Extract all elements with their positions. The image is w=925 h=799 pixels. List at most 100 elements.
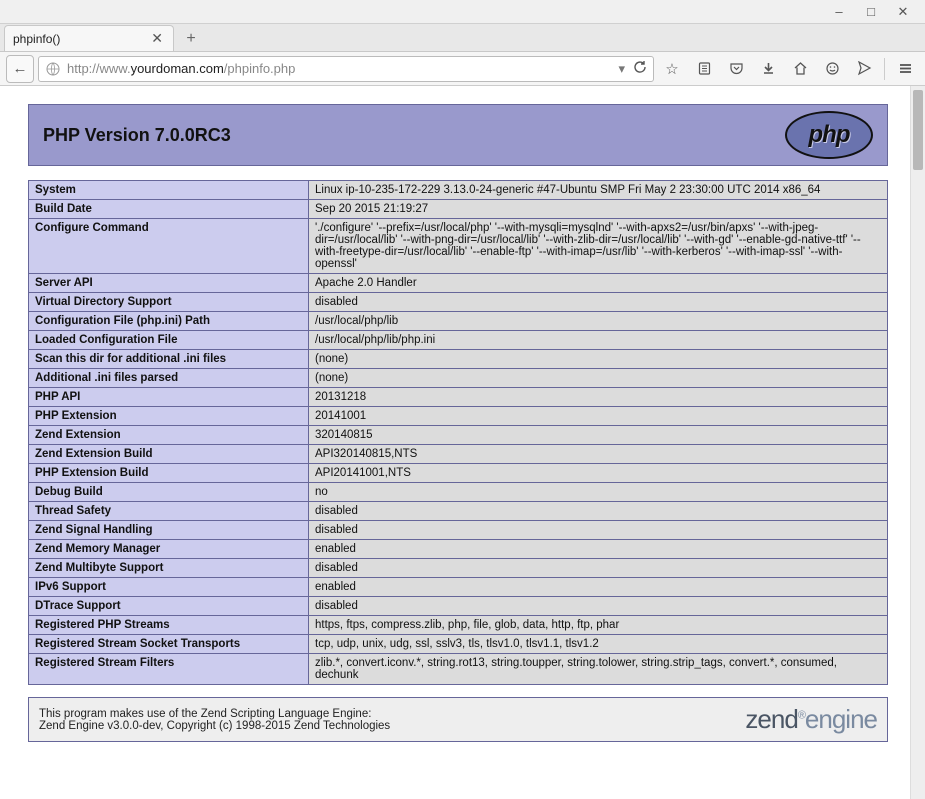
- pocket-icon[interactable]: [722, 55, 750, 83]
- table-row: SystemLinux ip-10-235-172-229 3.13.0-24-…: [29, 181, 888, 200]
- url-prefix: http://www.: [67, 61, 131, 76]
- config-value: tcp, udp, unix, udg, ssl, sslv3, tls, tl…: [309, 635, 888, 654]
- table-row: Build DateSep 20 2015 21:19:27: [29, 200, 888, 219]
- config-value: disabled: [309, 521, 888, 540]
- send-icon[interactable]: [850, 55, 878, 83]
- globe-icon: [45, 61, 61, 77]
- table-row: Zend Multibyte Supportdisabled: [29, 559, 888, 578]
- reader-mode-icon[interactable]: [690, 55, 718, 83]
- vertical-scrollbar[interactable]: [910, 86, 925, 799]
- config-label: Configure Command: [29, 219, 309, 274]
- table-row: Thread Safetydisabled: [29, 502, 888, 521]
- page-scroll-area[interactable]: PHP Version 7.0.0RC3 php SystemLinux ip-…: [0, 86, 910, 799]
- table-row: Debug Buildno: [29, 483, 888, 502]
- config-label: DTrace Support: [29, 597, 309, 616]
- config-value: zlib.*, convert.iconv.*, string.rot13, s…: [309, 654, 888, 685]
- config-value: Sep 20 2015 21:19:27: [309, 200, 888, 219]
- url-text: http://www.yourdoman.com/phpinfo.php: [67, 61, 614, 76]
- toolbar-divider: [884, 58, 885, 80]
- table-row: Zend Extension BuildAPI320140815,NTS: [29, 445, 888, 464]
- phpinfo-table: SystemLinux ip-10-235-172-229 3.13.0-24-…: [28, 180, 888, 685]
- table-row: Zend Memory Managerenabled: [29, 540, 888, 559]
- reload-icon[interactable]: [633, 60, 647, 77]
- url-bar[interactable]: http://www.yourdoman.com/phpinfo.php ▾: [38, 56, 654, 82]
- config-label: Debug Build: [29, 483, 309, 502]
- scrollbar-thumb[interactable]: [913, 90, 923, 170]
- config-value: Linux ip-10-235-172-229 3.13.0-24-generi…: [309, 181, 888, 200]
- config-label: Server API: [29, 274, 309, 293]
- config-label: Scan this dir for additional .ini files: [29, 350, 309, 369]
- table-row: Loaded Configuration File/usr/local/php/…: [29, 331, 888, 350]
- config-value: API320140815,NTS: [309, 445, 888, 464]
- table-row: Zend Extension320140815: [29, 426, 888, 445]
- config-value: './configure' '--prefix=/usr/local/php' …: [309, 219, 888, 274]
- zend-line-1: This program makes use of the Zend Scrip…: [39, 708, 390, 720]
- table-row: DTrace Supportdisabled: [29, 597, 888, 616]
- config-value: enabled: [309, 578, 888, 597]
- table-row: Registered Stream Socket Transportstcp, …: [29, 635, 888, 654]
- downloads-icon[interactable]: [754, 55, 782, 83]
- config-value: 320140815: [309, 426, 888, 445]
- config-value: no: [309, 483, 888, 502]
- home-icon[interactable]: [786, 55, 814, 83]
- config-label: IPv6 Support: [29, 578, 309, 597]
- window-maximize-button[interactable]: □: [855, 1, 887, 23]
- config-value: /usr/local/php/lib/php.ini: [309, 331, 888, 350]
- tab-title: phpinfo(): [13, 32, 149, 46]
- php-version-header: PHP Version 7.0.0RC3 php: [28, 104, 888, 166]
- back-button[interactable]: ←: [6, 55, 34, 83]
- zend-engine-box: This program makes use of the Zend Scrip…: [28, 697, 888, 742]
- config-value: disabled: [309, 502, 888, 521]
- browser-tab-active[interactable]: phpinfo() ✕: [4, 25, 174, 51]
- table-row: Registered Stream Filterszlib.*, convert…: [29, 654, 888, 685]
- config-label: PHP Extension Build: [29, 464, 309, 483]
- config-label: Build Date: [29, 200, 309, 219]
- tab-close-icon[interactable]: ✕: [149, 30, 165, 47]
- config-label: Registered Stream Socket Transports: [29, 635, 309, 654]
- config-label: Configuration File (php.ini) Path: [29, 312, 309, 331]
- config-value: disabled: [309, 293, 888, 312]
- table-row: Zend Signal Handlingdisabled: [29, 521, 888, 540]
- config-label: System: [29, 181, 309, 200]
- config-value: disabled: [309, 597, 888, 616]
- browser-viewport: PHP Version 7.0.0RC3 php SystemLinux ip-…: [0, 86, 925, 799]
- config-value: Apache 2.0 Handler: [309, 274, 888, 293]
- config-value: /usr/local/php/lib: [309, 312, 888, 331]
- table-row: Virtual Directory Supportdisabled: [29, 293, 888, 312]
- smiley-icon[interactable]: [818, 55, 846, 83]
- browser-tab-strip: phpinfo() ✕ +: [0, 24, 925, 52]
- config-value: 20141001: [309, 407, 888, 426]
- phpinfo-page: PHP Version 7.0.0RC3 php SystemLinux ip-…: [0, 86, 910, 754]
- window-minimize-button[interactable]: –: [823, 1, 855, 23]
- table-row: PHP API20131218: [29, 388, 888, 407]
- config-label: Zend Multibyte Support: [29, 559, 309, 578]
- table-row: Configuration File (php.ini) Path/usr/lo…: [29, 312, 888, 331]
- window-close-button[interactable]: ✕: [887, 1, 919, 23]
- table-row: PHP Extension20141001: [29, 407, 888, 426]
- url-dropdown-icon[interactable]: ▾: [618, 61, 625, 77]
- table-row: Configure Command'./configure' '--prefix…: [29, 219, 888, 274]
- menu-icon[interactable]: [891, 55, 919, 83]
- browser-toolbar: ← http://www.yourdoman.com/phpinfo.php ▾…: [0, 52, 925, 86]
- config-label: Thread Safety: [29, 502, 309, 521]
- table-row: Additional .ini files parsed(none): [29, 369, 888, 388]
- config-label: PHP API: [29, 388, 309, 407]
- config-label: Zend Memory Manager: [29, 540, 309, 559]
- php-logo: php: [785, 111, 873, 159]
- config-label: Additional .ini files parsed: [29, 369, 309, 388]
- table-row: PHP Extension BuildAPI20141001,NTS: [29, 464, 888, 483]
- config-value: disabled: [309, 559, 888, 578]
- table-row: Scan this dir for additional .ini files(…: [29, 350, 888, 369]
- config-value: 20131218: [309, 388, 888, 407]
- config-label: PHP Extension: [29, 407, 309, 426]
- new-tab-button[interactable]: +: [178, 27, 204, 51]
- table-row: Server APIApache 2.0 Handler: [29, 274, 888, 293]
- config-value: enabled: [309, 540, 888, 559]
- back-arrow-icon: ←: [13, 60, 28, 77]
- config-value: (none): [309, 369, 888, 388]
- table-row: Registered PHP Streamshttps, ftps, compr…: [29, 616, 888, 635]
- bookmark-star-icon[interactable]: ☆: [658, 55, 686, 83]
- config-value: (none): [309, 350, 888, 369]
- zend-text: This program makes use of the Zend Scrip…: [39, 708, 390, 732]
- config-value: API20141001,NTS: [309, 464, 888, 483]
